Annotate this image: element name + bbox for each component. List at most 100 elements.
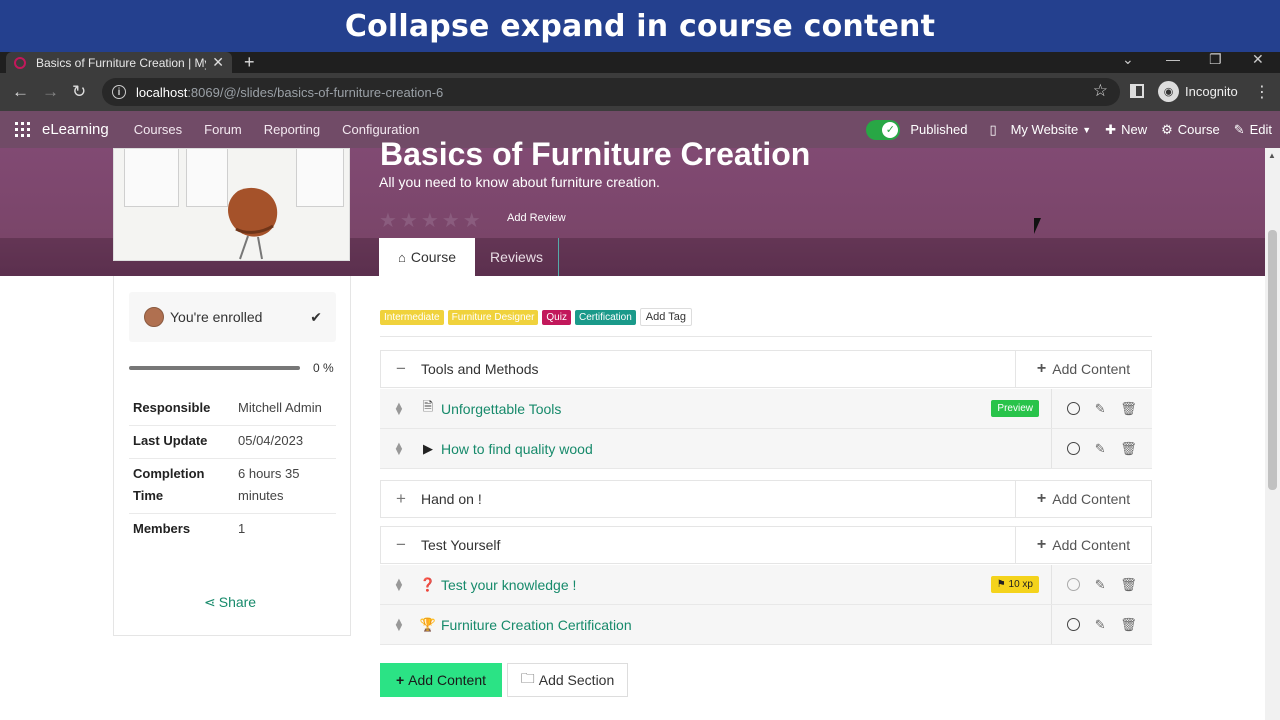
trash-icon[interactable]: 🗑	[1120, 617, 1137, 633]
restore-icon[interactable]: ❐	[1209, 52, 1222, 66]
tab-course[interactable]: ⌂ Course	[379, 238, 475, 276]
close-tab-icon[interactable]: ✕	[212, 54, 224, 71]
close-window-icon[interactable]: ✕	[1252, 52, 1264, 66]
add-tag-button[interactable]: Add Tag	[639, 308, 692, 326]
section-title[interactable]: Hand on !	[421, 491, 1015, 507]
list-item[interactable]: ▲ ▼ ❓ Test your knowledge ! ⚑ 10 xp ✎ 🗑	[380, 565, 1152, 605]
trash-icon[interactable]: 🗑	[1120, 401, 1137, 417]
divider	[380, 336, 1152, 337]
browser-tab[interactable]: Basics of Furniture Creation | My ✕	[6, 52, 232, 73]
add-section-label: Add Section	[538, 672, 615, 688]
scroll-up-icon[interactable]: ▲	[1268, 151, 1276, 160]
lesson-title[interactable]: How to find quality wood	[441, 441, 1051, 457]
add-content-button[interactable]: + Add Content	[1015, 527, 1151, 563]
share-button[interactable]: ⋖ Share	[204, 594, 256, 611]
lesson-title[interactable]: Unforgettable Tools	[441, 401, 991, 417]
tag-intermediate[interactable]: Intermediate	[380, 309, 444, 325]
pencil-icon[interactable]: ✎	[1095, 401, 1106, 417]
back-icon[interactable]: ←	[12, 82, 29, 102]
table-row: Responsible Mitchell Admin	[129, 393, 336, 426]
tab-search-icon[interactable]: ⌄	[1122, 52, 1134, 66]
drag-handle-icon[interactable]: ▲ ▼	[380, 576, 418, 593]
pencil-icon[interactable]: ✎	[1095, 577, 1106, 593]
lesson-actions: ✎ 🗑	[1051, 389, 1152, 428]
section-title[interactable]: Test Yourself	[421, 537, 1015, 553]
mark-done-icon[interactable]	[1067, 442, 1081, 455]
list-item[interactable]: ▲ ▼ ▶ How to find quality wood ✎ 🗑	[380, 429, 1152, 469]
list-item[interactable]: ▲ ▼ 🏆 Furniture Creation Certification ✎ …	[380, 605, 1152, 645]
website-switcher[interactable]: My Website ▼	[1011, 122, 1092, 137]
preview-badge[interactable]: Preview	[991, 400, 1039, 417]
lesson-title[interactable]: Test your knowledge !	[441, 577, 991, 593]
menu-courses[interactable]: Courses	[134, 122, 182, 137]
menu-reporting[interactable]: Reporting	[264, 122, 320, 137]
info-key: Responsible	[129, 393, 234, 426]
menu-configuration[interactable]: Configuration	[342, 122, 419, 137]
file-pdf-icon: 🗎	[422, 398, 434, 414]
enrolled-label: You're enrolled	[170, 309, 263, 325]
section-title[interactable]: Tools and Methods	[421, 361, 1015, 377]
add-section-button[interactable]: 🗀 Add Section	[507, 663, 628, 697]
url-path: :8069/@/slides/basics-of-furniture-creat…	[187, 84, 444, 100]
url-host: localhost	[136, 84, 188, 100]
collapse-icon[interactable]: −	[381, 535, 421, 555]
minimize-icon[interactable]: —	[1166, 52, 1180, 66]
expand-icon[interactable]: +	[381, 489, 421, 509]
published-toggle[interactable]: ✓	[866, 119, 901, 140]
info-key: Completion Time	[129, 458, 234, 514]
forward-icon[interactable]: →	[42, 82, 59, 102]
scroll-thumb[interactable]	[1268, 230, 1277, 490]
apps-grid-icon[interactable]	[15, 122, 30, 137]
trash-icon[interactable]: 🗑	[1120, 441, 1137, 457]
app-name[interactable]: eLearning	[42, 121, 109, 138]
rating-stars-icon[interactable]: ★★★★★	[379, 208, 484, 233]
section-test-yourself: − Test Yourself + Add Content	[380, 526, 1152, 564]
page-scrollbar[interactable]: ▲	[1265, 148, 1280, 720]
lesson-actions: ✎ 🗑	[1051, 565, 1152, 604]
lesson-actions: ✎ 🗑	[1051, 605, 1152, 644]
plus-icon: +	[395, 672, 405, 688]
info-value: Mitchell Admin	[234, 393, 336, 426]
incognito-icon: ◉	[1158, 81, 1179, 102]
pencil-icon[interactable]: ✎	[1095, 441, 1106, 457]
course-cover-image	[113, 148, 350, 261]
tag-quiz[interactable]: Quiz	[542, 309, 571, 325]
lesson-actions: ✎ 🗑	[1051, 429, 1152, 468]
tag-certification[interactable]: Certification	[574, 309, 636, 325]
url-field[interactable]: i localhost :8069/@/slides/basics-of-fur…	[102, 78, 1120, 106]
mark-done-icon[interactable]	[1067, 402, 1081, 415]
menu-forum[interactable]: Forum	[204, 122, 242, 137]
drag-handle-icon[interactable]: ▲ ▼	[380, 400, 418, 417]
trash-icon[interactable]: 🗑	[1120, 577, 1137, 593]
browser-menu-icon[interactable]: ⋮	[1254, 82, 1270, 102]
drag-handle-icon[interactable]: ▲ ▼	[380, 616, 418, 633]
incognito-indicator[interactable]: ◉ Incognito	[1158, 81, 1238, 102]
footer-add-content-button[interactable]: + Add Content	[380, 663, 502, 697]
published-label[interactable]: Published	[910, 122, 967, 137]
add-review-link[interactable]: Add Review	[507, 212, 566, 224]
info-key: Members	[133, 521, 191, 536]
add-content-button[interactable]: + Add Content	[1015, 481, 1151, 517]
list-item[interactable]: ▲ ▼ 🗎 Unforgettable Tools Preview ✎ 🗑	[380, 389, 1152, 429]
mark-done-icon[interactable]	[1067, 578, 1081, 591]
new-tab-icon[interactable]: +	[244, 52, 255, 73]
new-button[interactable]: ✚ New	[1105, 122, 1147, 138]
tab-reviews[interactable]: Reviews	[475, 238, 559, 276]
edit-button[interactable]: ✎ Edit	[1234, 122, 1272, 138]
trophy-icon: 🏆	[419, 616, 437, 632]
bookmark-star-icon[interactable]: ☆	[1093, 81, 1108, 101]
pencil-icon[interactable]: ✎	[1095, 617, 1106, 633]
collapse-icon[interactable]: −	[381, 359, 421, 379]
tag-furniture-designer[interactable]: Furniture Designer	[447, 309, 539, 325]
side-panel-icon[interactable]	[1130, 84, 1144, 98]
drag-handle-icon[interactable]: ▲ ▼	[380, 440, 418, 457]
mobile-preview-icon[interactable]: ▯	[989, 122, 996, 138]
mark-done-icon[interactable]	[1067, 618, 1081, 631]
lesson-title[interactable]: Furniture Creation Certification	[441, 617, 1051, 633]
reload-icon[interactable]: ↻	[72, 82, 86, 102]
add-content-button[interactable]: + Add Content	[1015, 351, 1151, 387]
course-settings-button[interactable]: ⚙ Course	[1161, 122, 1220, 138]
site-info-icon[interactable]: i	[112, 85, 126, 99]
avatar	[144, 307, 164, 327]
new-label: New	[1121, 122, 1148, 137]
